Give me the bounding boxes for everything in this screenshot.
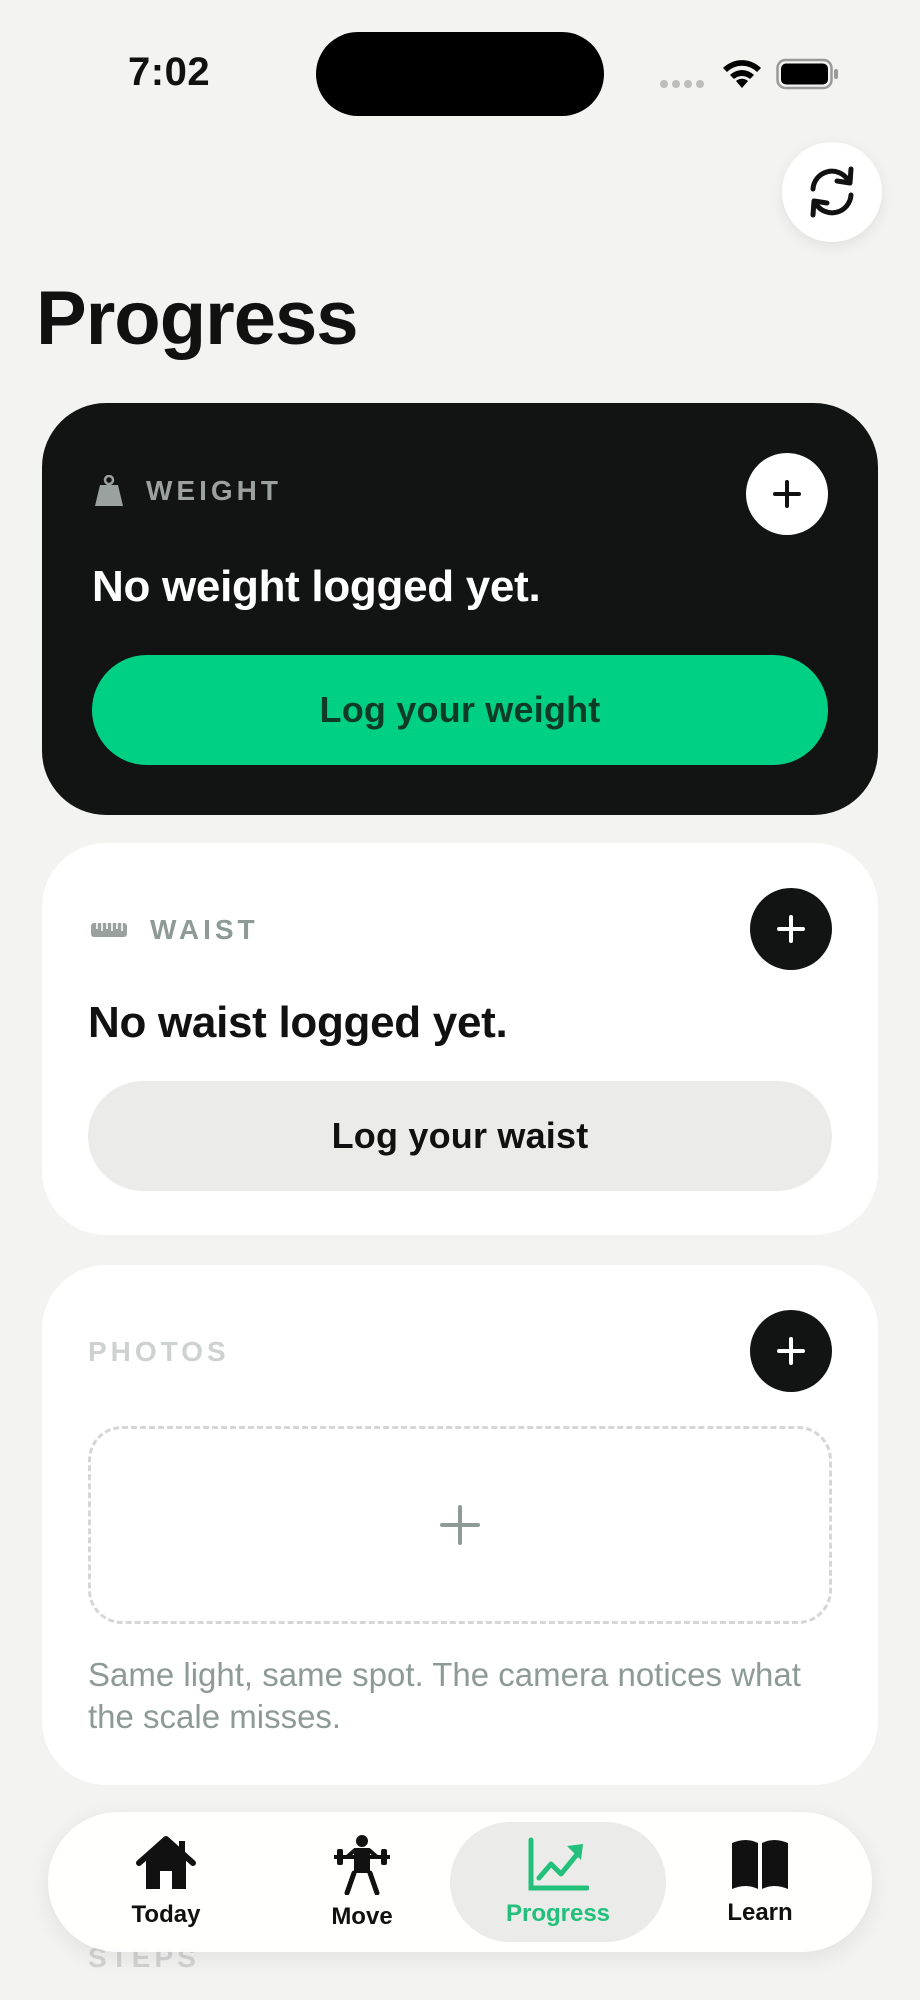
wifi-icon	[723, 60, 761, 88]
tab-progress[interactable]: Progress	[450, 1822, 666, 1942]
status-time: 7:02	[128, 50, 211, 94]
tab-learn-label: Learn	[727, 1899, 793, 1926]
tab-progress-label: Progress	[505, 1900, 611, 1927]
sync-button[interactable]	[782, 142, 882, 242]
waist-label-text: WAIST	[150, 914, 259, 945]
home-icon	[136, 1836, 196, 1889]
plus-icon	[773, 480, 801, 508]
waist-label: WAIST	[90, 914, 259, 946]
status-bar: 7:02	[0, 0, 920, 150]
weight-label-text: WEIGHT	[146, 475, 282, 506]
chart-up-icon	[528, 1837, 589, 1891]
ruler-icon	[91, 923, 127, 937]
sync-icon	[810, 166, 854, 218]
add-photo-dropzone[interactable]	[88, 1426, 832, 1624]
weight-icon	[95, 475, 123, 506]
log-weight-button[interactable]: Log your weight	[92, 655, 828, 765]
weight-empty-text: No weight logged yet.	[92, 562, 541, 611]
waist-empty-text: No waist logged yet.	[88, 998, 508, 1047]
log-waist-button[interactable]: Log your waist	[88, 1081, 832, 1191]
weightlifter-icon	[334, 1835, 390, 1895]
photos-label: PHOTOS	[88, 1336, 230, 1367]
plus-icon	[440, 1505, 480, 1545]
add-photo-button[interactable]	[750, 1310, 832, 1392]
book-icon	[732, 1840, 788, 1889]
cellular-signal-icon	[660, 80, 706, 90]
add-weight-button[interactable]	[746, 453, 828, 535]
plus-icon	[777, 915, 805, 943]
dynamic-island	[316, 32, 604, 116]
tab-today[interactable]: Today	[68, 1812, 264, 1952]
add-waist-button[interactable]	[750, 888, 832, 970]
tab-move-label: Move	[331, 1903, 393, 1930]
tab-bar: Today Move Progress Learn	[48, 1812, 872, 1952]
photos-hint: Same light, same spot. The camera notice…	[88, 1656, 801, 1735]
plus-icon	[777, 1337, 805, 1365]
weight-label: WEIGHT	[94, 475, 282, 507]
page-title: Progress	[36, 276, 358, 361]
tab-learn[interactable]: Learn	[662, 1812, 858, 1952]
tab-today-label: Today	[131, 1901, 201, 1928]
battery-icon	[776, 58, 838, 90]
tab-move[interactable]: Move	[264, 1812, 460, 1952]
